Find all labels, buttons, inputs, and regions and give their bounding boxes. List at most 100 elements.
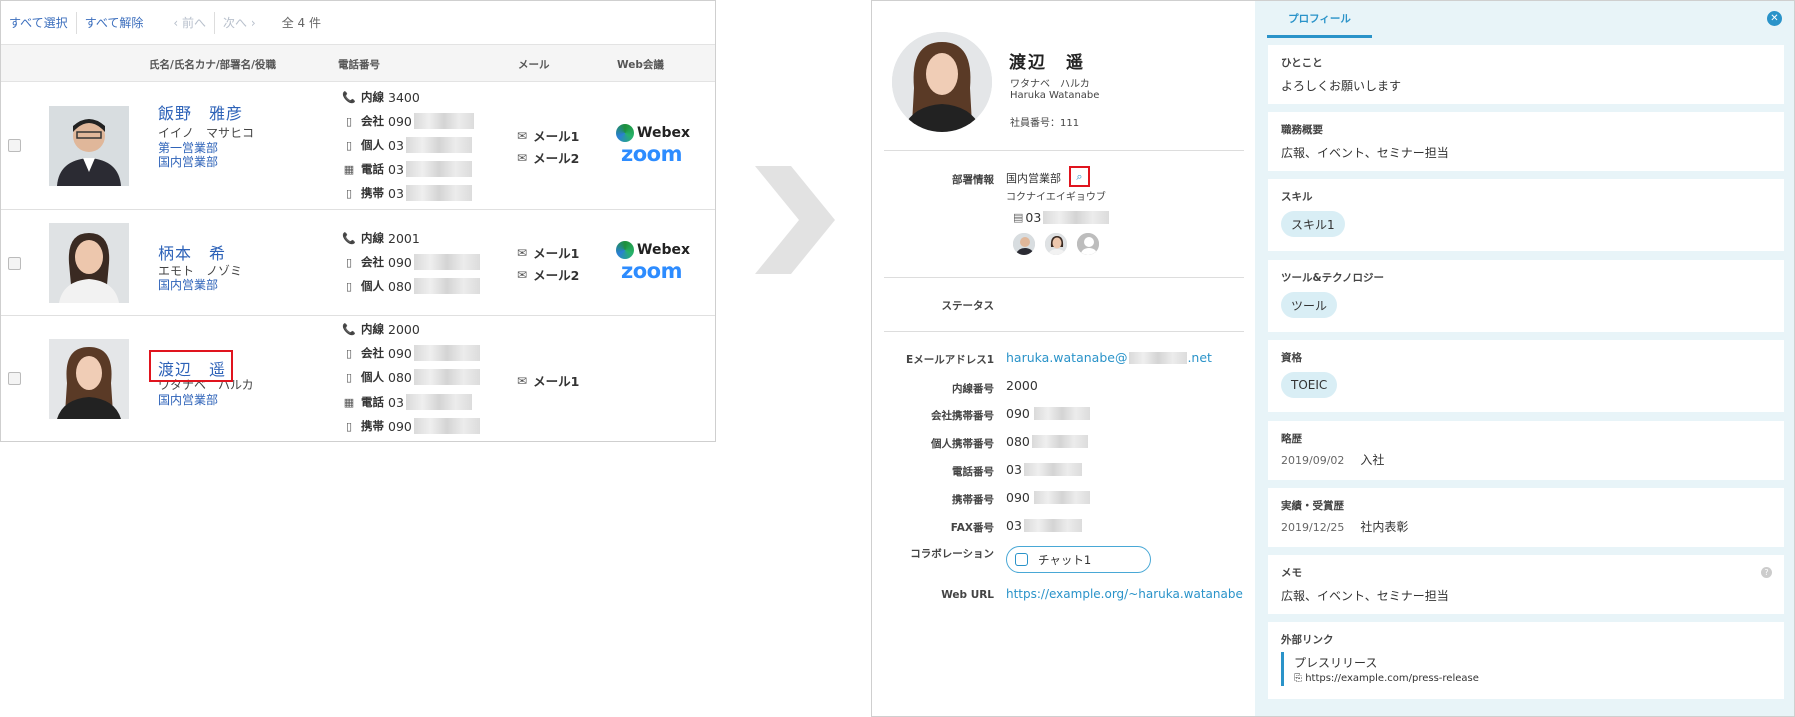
company-mobile-value: 090 xyxy=(1006,406,1090,421)
table-row[interactable]: 飯野 雅彦 イイノ マサヒコ 第一営業部 国内営業部 📞 内線 3400 ▯ 会社 09… xyxy=(1,82,715,210)
extension-label: 内線番号 xyxy=(952,383,994,395)
member-name[interactable]: 飯野 雅彦 xyxy=(158,100,243,124)
card-text: よろしくお願いします xyxy=(1281,79,1402,93)
phone-item: ▯ 携帯 090 xyxy=(341,416,480,436)
masked-digits xyxy=(413,369,480,385)
mobile-icon: ▯ xyxy=(345,346,353,360)
phone-item: ▯ 個人 080 xyxy=(341,367,480,387)
external-link-url[interactable]: ⎘ https://example.com/press-release xyxy=(1294,673,1479,684)
masked-digits xyxy=(405,394,472,410)
masked-digits xyxy=(1043,211,1110,224)
list-toolbar: すべて選択 すべて解除 ‹ 前へ 次へ › 全 4 件 xyxy=(1,1,715,44)
card-title: 資格 xyxy=(1281,352,1302,364)
masked-digits xyxy=(413,254,480,270)
webex-button[interactable]: Webex xyxy=(616,241,690,259)
weburl-label: Web URL xyxy=(941,589,994,601)
collab-label: コラボレーション xyxy=(910,548,994,560)
link-accent-bar xyxy=(1281,652,1284,686)
zoom-button[interactable]: zoom xyxy=(621,259,682,283)
help-icon[interactable]: ? xyxy=(1761,567,1772,578)
mail-link[interactable]: ✉ メール1 xyxy=(517,243,579,262)
email-label: Eメールアドレス1 xyxy=(906,354,994,366)
header-web: Web会議 xyxy=(617,59,664,71)
zoom-button[interactable]: zoom xyxy=(621,142,682,166)
member-mini-avatar[interactable] xyxy=(1044,232,1068,256)
skill-chip[interactable]: スキル1 xyxy=(1281,211,1345,237)
phone-icon: 📞 xyxy=(342,322,356,336)
webex-logo-icon xyxy=(616,124,634,142)
avatar xyxy=(49,223,129,303)
header-mail: メール xyxy=(518,59,550,71)
mail-link[interactable]: ✉ メール2 xyxy=(517,148,579,167)
phone-item: 📞 内線 2001 xyxy=(342,230,420,246)
card-text: 広報、イベント、セミナー担当 xyxy=(1281,589,1449,603)
link-icon: ⎘ xyxy=(1294,673,1306,684)
mobile-icon: ▯ xyxy=(345,114,353,128)
mobile-value: 090 xyxy=(1006,490,1090,505)
card-title: スキル xyxy=(1281,191,1313,203)
mobile-label: 携帯番号 xyxy=(952,494,994,506)
row-checkbox[interactable] xyxy=(8,139,21,152)
table-row[interactable]: 渡辺 遥 ワタナベ ハルカ 国内営業部 📞 内線 2000 ▯ 会社 090 ▯ 個人 08… xyxy=(1,316,715,442)
mail-link[interactable]: ✉ メール1 xyxy=(517,126,579,145)
email-link[interactable]: haruka.watanabe@ .net xyxy=(1006,350,1212,365)
member-dept[interactable]: 国内営業部 xyxy=(158,153,218,170)
webex-logo-icon xyxy=(616,241,634,259)
phone-item: ▯ 会社 090 xyxy=(341,343,480,363)
row-checkbox[interactable] xyxy=(8,372,21,385)
mobile-icon: ▯ xyxy=(345,255,353,269)
row-checkbox[interactable] xyxy=(8,257,21,270)
mobile-icon: ▯ xyxy=(345,419,353,433)
mobile-icon: ▯ xyxy=(345,279,353,293)
profile-roman: Haruka Watanabe xyxy=(1010,90,1100,101)
masked-digits xyxy=(405,161,472,177)
mail-link[interactable]: ✉ メール2 xyxy=(517,265,579,284)
close-icon[interactable]: ✕ xyxy=(1767,11,1782,26)
member-name[interactable]: 柄本 希 xyxy=(158,240,226,264)
mail-icon: ✉ xyxy=(517,150,528,165)
deselect-all-link[interactable]: すべて解除 xyxy=(77,14,152,31)
weburl-link[interactable]: https://example.org/~haruka.watanabe xyxy=(1006,587,1243,601)
masked-digits xyxy=(413,278,480,294)
dept-search-icon[interactable]: ⌕ xyxy=(1069,166,1090,187)
dept-label: 部署情報 xyxy=(952,174,994,186)
prev-page-button[interactable]: ‹ 前へ xyxy=(165,14,214,31)
masked-digits xyxy=(1033,491,1090,504)
status-label: ステータス xyxy=(941,300,995,312)
table-row[interactable]: 柄本 希 エモト ノゾミ 国内営業部 📞 内線 2001 ▯ 会社 090 ▯ 個人 080… xyxy=(1,210,715,316)
mobile-icon: ▯ xyxy=(345,186,353,200)
masked-digits xyxy=(405,185,472,201)
award-card: 実績・受賞歴 2019/12/25 社内表彰 xyxy=(1268,488,1784,547)
company-mobile-label: 会社携帯番号 xyxy=(931,410,994,422)
tab-profile[interactable]: プロフィール xyxy=(1267,2,1372,38)
skill-card: スキル スキル1 xyxy=(1268,179,1784,251)
mail-icon: ✉ xyxy=(517,245,528,260)
masked-digits xyxy=(1031,435,1088,448)
phone-item: ▯ 会社 090 xyxy=(341,111,474,131)
select-all-link[interactable]: すべて選択 xyxy=(1,14,76,31)
member-mini-avatar[interactable] xyxy=(1076,232,1100,256)
avatar xyxy=(49,339,129,419)
tool-chip[interactable]: ツール xyxy=(1281,292,1338,318)
member-dept[interactable]: 国内営業部 xyxy=(158,391,218,408)
mail-icon: ✉ xyxy=(517,267,528,282)
chat-button[interactable]: チャット1 xyxy=(1006,546,1151,573)
avatar xyxy=(892,32,992,132)
chevron-right-icon xyxy=(755,166,835,274)
fax-icon: ▦ xyxy=(343,395,355,409)
card-text: 広報、イベント、セミナー担当 xyxy=(1281,146,1449,160)
highlight-box xyxy=(149,350,233,382)
history-card: 略歴 2019/09/02 入社 xyxy=(1268,421,1784,480)
card-title: 職務概要 xyxy=(1281,124,1323,136)
personal-mobile-value: 080 xyxy=(1006,434,1088,449)
profile-name: 渡辺 遥 xyxy=(1009,53,1085,73)
member-dept[interactable]: 国内営業部 xyxy=(158,276,218,293)
mail-link[interactable]: ✉ メール1 xyxy=(517,371,579,390)
phone-item: 📞 内線 3400 xyxy=(342,89,420,105)
next-page-button[interactable]: 次へ › xyxy=(215,14,264,31)
divider xyxy=(884,331,1244,332)
webex-button[interactable]: Webex xyxy=(616,124,690,142)
member-mini-avatar[interactable] xyxy=(1012,232,1036,256)
cert-chip[interactable]: TOEIC xyxy=(1281,372,1338,398)
phone-item: ▯ 個人 080 xyxy=(341,276,480,296)
